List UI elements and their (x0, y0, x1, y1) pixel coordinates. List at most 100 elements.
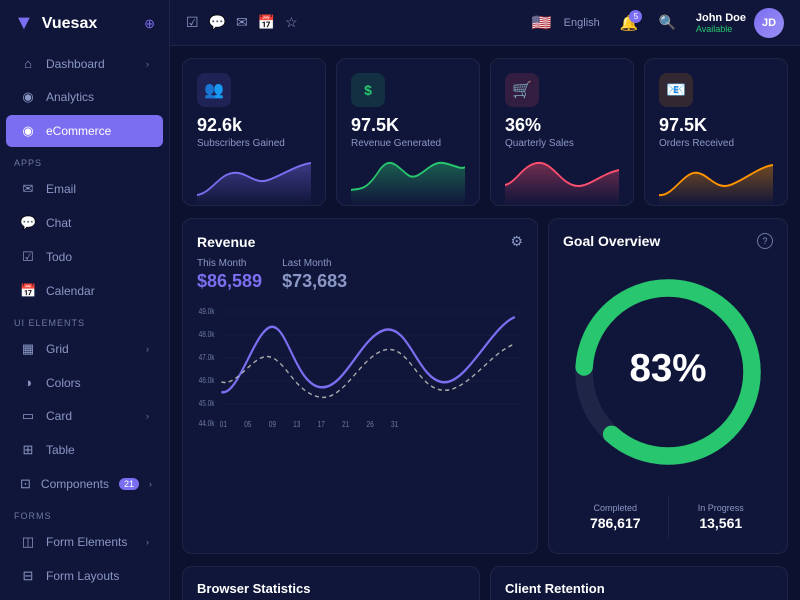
goal-donut-chart: 83% (563, 267, 773, 477)
chat-header-icon[interactable]: 💬 (209, 14, 226, 31)
goal-card: Goal Overview ? 83% Completed 786,617 (548, 218, 788, 554)
language-label[interactable]: English (564, 17, 600, 29)
subscribers-value: 92.6k (197, 115, 311, 136)
sidebar-item-email[interactable]: ✉ Email (6, 173, 163, 205)
dashboard-icon: ⌂ (20, 56, 36, 71)
this-month-value: $86,589 (197, 271, 262, 292)
chat-icon: 💬 (20, 215, 36, 231)
svg-text:44.0k: 44.0k (199, 418, 215, 428)
sidebar-item-chat[interactable]: 💬 Chat (6, 207, 163, 239)
sidebar-item-dashboard[interactable]: ⌂ Dashboard › (6, 48, 163, 79)
table-icon: ⊞ (20, 442, 36, 458)
goal-header: Goal Overview ? (563, 233, 773, 249)
browser-stats-card: Browser Statistics Google Chrome 800 ↑ M… (182, 566, 480, 600)
sidebar-item-grid[interactable]: ▦ Grid › (6, 333, 163, 365)
logo: ▼ Vuesax ⊕ (0, 0, 169, 47)
sidebar-item-ecommerce[interactable]: ◉ eCommerce (6, 115, 163, 147)
sidebar-item-card[interactable]: ▭ Card › (6, 400, 163, 432)
revenue-settings-icon[interactable]: ⚙ (510, 233, 523, 250)
orders-icon: 📧 (659, 73, 693, 107)
form-elements-icon: ◫ (20, 534, 36, 550)
sidebar-item-form-elements[interactable]: ◫ Form Elements › (6, 526, 163, 558)
sidebar-item-colors[interactable]: ◑ Colors (6, 367, 163, 398)
search-icon[interactable]: 🔍 (658, 14, 675, 31)
header: ☑ 💬 ✉ 📅 ☆ 🇺🇸 English 🔔 5 🔍 John Doe Avai… (170, 0, 800, 46)
star-header-icon[interactable]: ☆ (285, 14, 298, 31)
flag-icon: 🇺🇸 (532, 13, 552, 33)
stat-card-sales: 🛒 36% Quarterly Sales (490, 58, 634, 206)
svg-text:49.0k: 49.0k (199, 306, 215, 316)
sidebar-item-table[interactable]: ⊞ Table (6, 434, 163, 466)
sidebar-item-analytics[interactable]: ◉ Analytics (6, 81, 163, 113)
sales-value: 36% (505, 115, 619, 136)
revenue-amounts: This Month $86,589 Last Month $73,683 (197, 258, 523, 292)
main-content: ☑ 💬 ✉ 📅 ☆ 🇺🇸 English 🔔 5 🔍 John Doe Avai… (170, 0, 800, 600)
sales-chart (505, 155, 619, 205)
sidebar-item-label: Calendar (46, 284, 149, 298)
user-info[interactable]: John Doe Available JD (696, 8, 784, 38)
components-icon: ⊡ (20, 476, 31, 492)
sidebar-item-components[interactable]: ⊡ Components 21 › (6, 468, 163, 500)
sidebar-item-form-layouts[interactable]: ⊟ Form Layouts (6, 560, 163, 592)
orders-chart (659, 155, 773, 205)
last-month-label: Last Month (282, 258, 347, 269)
user-name: John Doe (696, 12, 746, 24)
todo-icon: ☑ (20, 249, 36, 265)
orders-label: Orders Received (659, 138, 773, 149)
sidebar-item-label: Form Layouts (46, 569, 149, 583)
sidebar-item-label: eCommerce (46, 124, 149, 138)
revenue-header: Revenue ⚙ (197, 233, 523, 250)
revenue-card-title: Revenue (197, 234, 255, 250)
user-status: Available (696, 24, 746, 34)
checklist-icon[interactable]: ☑ (186, 14, 199, 31)
sidebar-item-label: Analytics (46, 90, 149, 104)
stat-cards-grid: 👥 92.6k Subscribers Gained (182, 58, 788, 206)
svg-text:01: 01 (220, 419, 227, 429)
colors-icon: ◑ (20, 375, 36, 390)
logo-icon: ▼ (14, 12, 34, 35)
sidebar-item-calendar[interactable]: 📅 Calendar (6, 275, 163, 307)
settings-icon[interactable]: ⊕ (144, 16, 155, 32)
calendar-icon: 📅 (20, 283, 36, 299)
sidebar-item-form-wizard[interactable]: ◪ Form Wizard New (6, 594, 163, 600)
notifications-button[interactable]: 🔔 5 (620, 14, 639, 32)
help-icon[interactable]: ? (757, 233, 773, 249)
goal-title: Goal Overview (563, 233, 660, 249)
revenue-chart (351, 155, 465, 205)
sidebar: ▼ Vuesax ⊕ ⌂ Dashboard › ◉ Analytics ◉ e… (0, 0, 170, 600)
sidebar-item-label: Table (46, 443, 149, 457)
sales-icon: 🛒 (505, 73, 539, 107)
mail-header-icon[interactable]: ✉ (236, 14, 248, 31)
middle-row: Revenue ⚙ This Month $86,589 Last Month … (182, 218, 788, 554)
this-month-label: This Month (197, 258, 262, 269)
sidebar-item-label: Components (41, 477, 109, 491)
ecommerce-icon: ◉ (20, 123, 36, 139)
email-icon: ✉ (20, 181, 36, 197)
svg-text:17: 17 (318, 419, 325, 429)
forms-section-label: FORMS (0, 501, 169, 525)
components-badge: 21 (119, 478, 139, 490)
revenue-label: Revenue Generated (351, 138, 465, 149)
chevron-down-icon: › (146, 59, 149, 69)
bottom-row: Browser Statistics Google Chrome 800 ↑ M… (182, 566, 788, 600)
svg-text:83%: 83% (629, 347, 706, 390)
svg-text:31: 31 (391, 419, 398, 429)
client-retention-card: Client Retention New Clients Retained Cl… (490, 566, 788, 600)
sidebar-item-label: Email (46, 182, 149, 196)
browser-stats-title: Browser Statistics (197, 581, 465, 596)
sidebar-item-label: Grid (46, 342, 136, 356)
grid-icon: ▦ (20, 341, 36, 357)
sidebar-item-todo[interactable]: ☑ Todo (6, 241, 163, 273)
revenue-icon: $ (351, 73, 385, 107)
avatar: JD (754, 8, 784, 38)
header-icons: ☑ 💬 ✉ 📅 ☆ (186, 14, 298, 31)
analytics-icon: ◉ (20, 89, 36, 105)
sidebar-item-label: Chat (46, 216, 149, 230)
last-month-block: Last Month $73,683 (282, 258, 347, 292)
card-icon: ▭ (20, 408, 36, 424)
completed-value: 786,617 (571, 515, 660, 531)
stat-card-orders: 📧 97.5K Orders Received (644, 58, 788, 206)
calendar-header-icon[interactable]: 📅 (258, 14, 275, 31)
notification-badge: 5 (629, 10, 642, 23)
sidebar-item-label: Todo (46, 250, 149, 264)
